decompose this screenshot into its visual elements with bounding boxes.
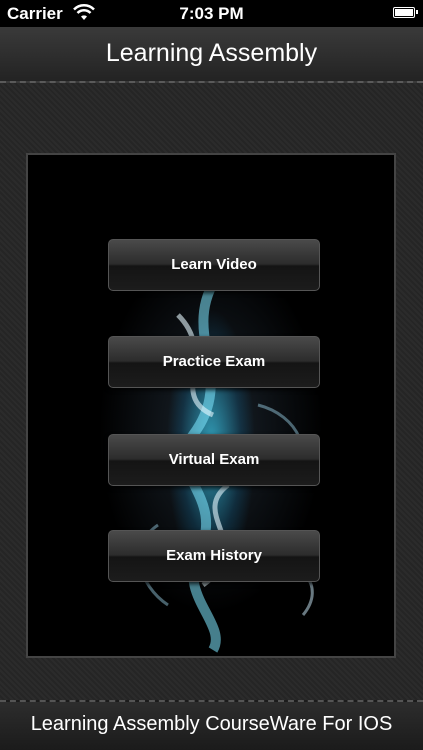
navigation-bar: Learning Assembly [0, 27, 423, 83]
virtual-exam-button[interactable]: Virtual Exam [108, 434, 320, 486]
hero-artwork-panel: Learn Video Practice Exam Virtual Exam E… [26, 153, 396, 658]
footer-caption: Learning Assembly CourseWare For IOS [30, 713, 393, 735]
learn-video-button[interactable]: Learn Video [108, 239, 320, 291]
main-content: Learn Video Practice Exam Virtual Exam E… [0, 83, 423, 700]
footer-bar: Learning Assembly CourseWare For IOS [0, 700, 423, 750]
exam-history-button[interactable]: Exam History [108, 530, 320, 582]
practice-exam-button[interactable]: Practice Exam [108, 336, 320, 388]
page-title: Learning Assembly [105, 39, 318, 67]
status-bar: Carrier 7:03 PM [0, 0, 423, 27]
battery-icon [393, 7, 418, 18]
status-time: 7:03 PM [179, 4, 244, 23]
